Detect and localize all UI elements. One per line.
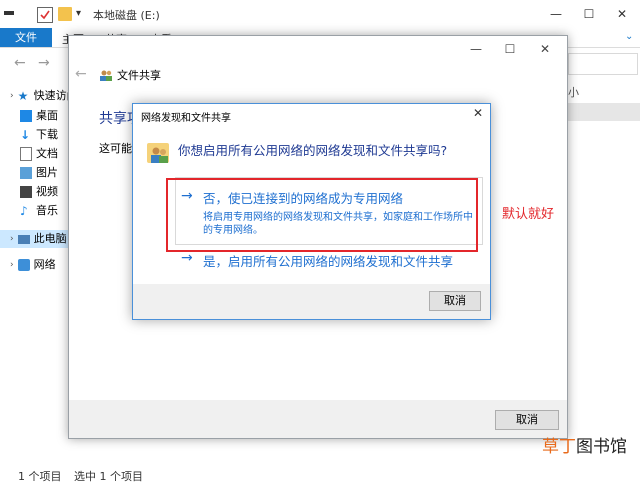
fs-minimize-button[interactable]: — [466, 40, 486, 58]
chevron-right-icon: › [10, 260, 14, 270]
users-icon [147, 141, 171, 165]
status-selected-count: 选中 1 个项目 [74, 470, 143, 483]
sidebar-item-label: 音乐 [36, 204, 58, 217]
back-arrow-icon[interactable]: ← [14, 55, 26, 71]
sidebar-item-label: 图片 [36, 166, 58, 179]
quick-access-dropdown-icon[interactable]: ▾ [76, 8, 81, 19]
status-item-count: 1 个项目 [18, 470, 62, 483]
back-arrow-icon[interactable]: ← [75, 66, 87, 82]
properties-icon[interactable] [37, 7, 53, 23]
watermark: 草丁图书馆 [542, 432, 627, 457]
sidebar-item-this-pc[interactable]: › 此电脑 [10, 230, 67, 248]
fs-window-title: 文件共享 [117, 69, 161, 82]
tab-file[interactable]: 文件 [0, 28, 52, 47]
dialog-close-button[interactable]: ✕ [469, 106, 487, 122]
sidebar-item-downloads[interactable]: ↓ 下载 [20, 126, 58, 144]
ribbon-expand-icon[interactable]: ⌄ [625, 31, 633, 42]
maximize-button[interactable]: ☐ [580, 5, 598, 23]
fs-description: 这可能 [99, 142, 132, 155]
close-button[interactable]: ✕ [613, 5, 631, 23]
sidebar-item-label: 网络 [33, 258, 56, 271]
new-folder-icon[interactable] [58, 7, 72, 21]
sidebar-item-desktop[interactable]: 桌面 [20, 107, 58, 125]
sidebar-item-label: 文档 [36, 147, 58, 160]
system-menu-icon[interactable] [4, 11, 14, 15]
sidebar-item-label: 下载 [36, 128, 58, 141]
music-icon: ♪ [20, 204, 28, 218]
dialog-title: 网络发现和文件共享 [141, 113, 231, 124]
fs-close-button[interactable]: ✕ [535, 40, 555, 58]
video-icon [20, 186, 32, 198]
star-icon: ★ [17, 89, 29, 103]
annotation-note: 默认就好 [502, 207, 555, 222]
window-title: 本地磁盘 (E:) [93, 9, 160, 22]
dialog-cancel-button[interactable]: 取消 [429, 291, 481, 311]
sidebar-item-videos[interactable]: 视频 [20, 183, 58, 201]
dialog-question: 你想启用所有公用网络的网络发现和文件共享吗? [178, 143, 448, 158]
option-yes-title[interactable]: 是，启用所有公用网络的网络发现和文件共享 [203, 251, 453, 270]
watermark-part1: 草丁 [542, 437, 576, 457]
search-box[interactable] [568, 53, 638, 75]
sidebar-item-label: 桌面 [36, 109, 58, 122]
chevron-right-icon: › [10, 234, 14, 244]
minimize-button[interactable]: — [547, 5, 565, 23]
forward-arrow-icon[interactable]: → [38, 55, 50, 71]
document-icon [20, 147, 32, 161]
fs-footer [69, 400, 567, 438]
picture-icon [20, 167, 32, 179]
fs-cancel-button[interactable]: 取消 [495, 410, 559, 430]
arrow-right-icon: → [181, 250, 193, 266]
sidebar-item-documents[interactable]: 文档 [20, 145, 58, 163]
sidebar-item-pictures[interactable]: 图片 [20, 164, 58, 182]
watermark-part2: 图书馆 [576, 437, 627, 457]
network-icon [17, 259, 30, 271]
sidebar-item-label: 视频 [36, 185, 58, 198]
download-icon: ↓ [20, 128, 31, 142]
annotation-highlight-frame [166, 178, 478, 252]
users-icon [99, 69, 113, 81]
desktop-icon [20, 110, 32, 122]
view-size-label: 小 [568, 86, 579, 99]
sidebar-item-network[interactable]: › 网络 [10, 256, 56, 274]
sidebar-item-music[interactable]: ♪ 音乐 [20, 202, 58, 220]
sidebar-item-label: 此电脑 [33, 232, 67, 245]
column-header[interactable] [568, 103, 640, 121]
fs-maximize-button[interactable]: ☐ [500, 40, 520, 58]
computer-icon [17, 234, 30, 244]
chevron-right-icon: › [10, 91, 14, 101]
